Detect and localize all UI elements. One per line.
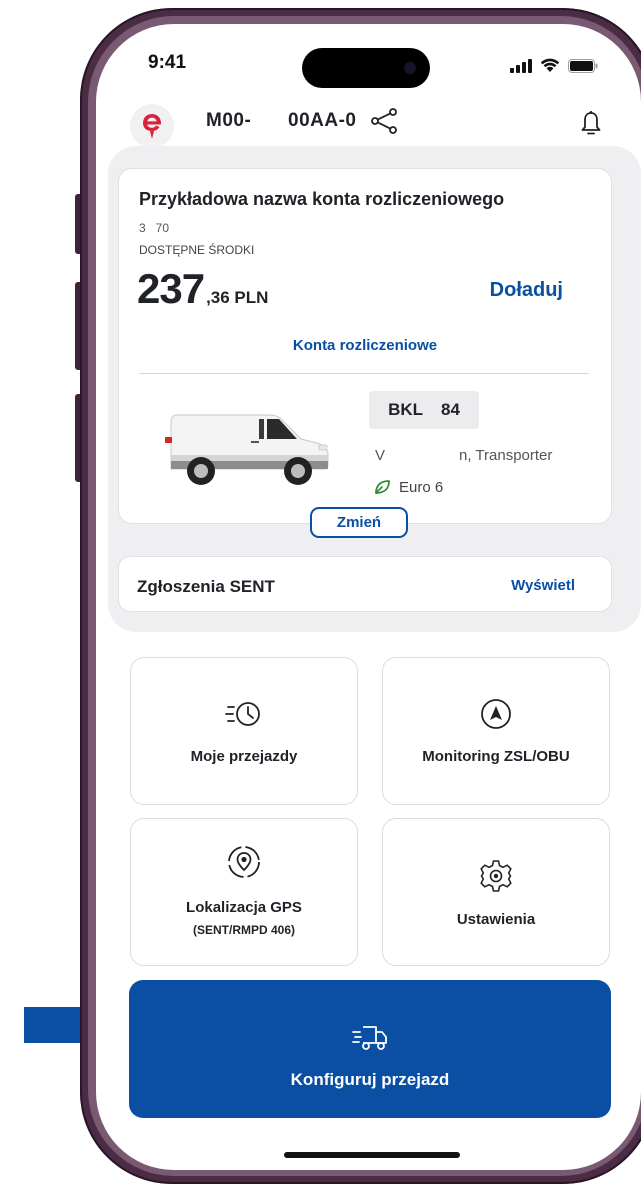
gear-icon [480,860,512,892]
balance-decimal: ,36 PLN [206,288,269,307]
moving-truck-icon [352,1026,387,1050]
tile-gps-sublabel: (SENT/RMPD 406) [192,923,296,937]
divider [139,373,589,374]
configure-trip-label: Konfiguruj przejazd [290,1070,450,1089]
navigation-arrow-icon [481,699,511,729]
bell-icon[interactable] [580,110,602,136]
leaf-icon [375,480,390,494]
logo-e-icon [143,114,161,139]
sent-label: Zgłoszenia SENT [137,577,275,596]
vehicle-make: V [375,447,386,464]
vehicle-model: n, Transporter [459,447,553,464]
wifi-icon [540,58,560,72]
status-time: 9:41 [148,52,187,73]
emission-class: Euro 6 [373,478,443,496]
plate-part-2: 84 [441,400,460,419]
vehicle-plate: BKL 84 [369,391,479,429]
share-icon[interactable] [370,108,398,134]
camera-icon [404,62,416,74]
change-vehicle-button[interactable]: Zmień [310,507,408,538]
history-clock-icon [225,702,260,726]
sent-card[interactable]: Zgłoszenia SENT Wyświetl [118,556,612,612]
tile-gps[interactable]: Lokalizacja GPS (SENT/RMPD 406) [130,818,358,966]
van-image [165,414,329,485]
status-icons [510,58,598,73]
balance: 237 ,36 PLN [137,265,268,313]
billing-accounts-link[interactable]: Konta rozliczeniowe [119,337,611,354]
tile-settings-label: Ustawienia [456,911,536,928]
plate-part-1: BKL [388,400,424,419]
home-indicator[interactable] [284,1152,460,1158]
battery-icon [568,58,598,73]
topup-link[interactable]: Doładuj [490,279,563,302]
account-card: Przykładowa nazwa konta rozliczeniowego … [118,168,612,538]
phone-screen: 9:41 M00- 00AA-0 Przykładowa nazwa konta… [96,24,641,1170]
tile-my-trips[interactable]: Moje przejazdy [130,657,358,805]
balance-caption: DOSTĘPNE ŚRODKI [139,243,255,257]
app-logo[interactable] [130,104,174,148]
tile-my-trips-label: Moje przejazdy [190,748,298,765]
signal-icon [510,58,532,73]
tile-settings[interactable]: Ustawienia [382,818,610,966]
emission-label: Euro 6 [399,478,444,496]
vehicle-plate-prefix: M00- [206,110,252,131]
vehicle-plate-suffix: 00AA-0 [288,110,357,131]
tile-monitoring-label: Monitoring ZSL/OBU [422,748,570,765]
tile-monitoring[interactable]: Monitoring ZSL/OBU [382,657,610,805]
sent-view-link[interactable]: Wyświetl [511,577,575,594]
account-name: Przykładowa nazwa konta rozliczeniowego [139,189,505,209]
dynamic-island [302,48,430,88]
account-number: 3 70 [139,221,170,235]
tile-gps-label: Lokalizacja GPS [186,899,302,916]
balance-integer: 237 [137,265,205,312]
gps-location-icon [228,846,260,878]
configure-trip-button[interactable]: Konfiguruj przejazd [129,980,611,1118]
